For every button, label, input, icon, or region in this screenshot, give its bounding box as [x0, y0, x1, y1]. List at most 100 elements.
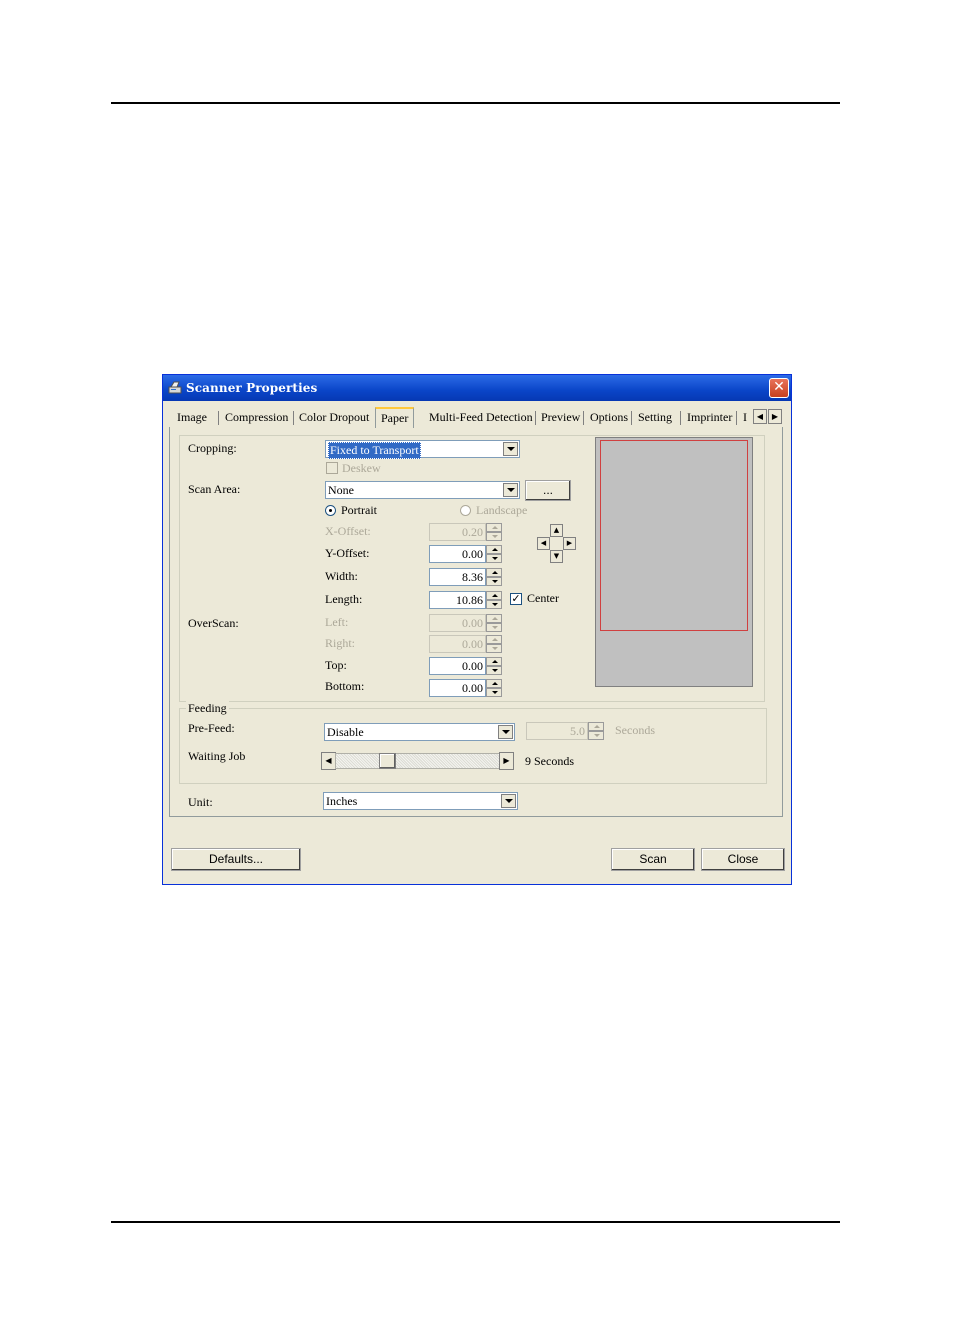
- spin-up-icon[interactable]: [588, 722, 604, 731]
- spin-down-icon[interactable]: [486, 532, 502, 541]
- spin-up-icon[interactable]: [486, 679, 502, 688]
- tab-scroll-right-icon[interactable]: ▶: [768, 409, 782, 424]
- scanner-icon: [168, 381, 182, 394]
- spin-down-icon[interactable]: [486, 600, 502, 609]
- x-offset-value[interactable]: 0.20: [429, 523, 486, 541]
- tab-setting[interactable]: Setting: [638, 409, 672, 426]
- close-button[interactable]: Close: [701, 848, 785, 871]
- tab-separator: [736, 411, 737, 425]
- tab-separator: [631, 411, 632, 425]
- length-label: Length:: [325, 592, 363, 606]
- overscan-left-spinner[interactable]: 0.00: [429, 614, 503, 632]
- spin-down-icon[interactable]: [486, 577, 502, 586]
- cropping-label: Cropping:: [188, 441, 237, 455]
- spin-up-icon[interactable]: [486, 657, 502, 666]
- overscan-top-spinner[interactable]: 0.00: [429, 657, 503, 675]
- chevron-down-icon[interactable]: [503, 442, 518, 456]
- tab-imprinter[interactable]: Imprinter: [687, 409, 732, 426]
- paper-preview[interactable]: [595, 437, 753, 687]
- portrait-radio[interactable]: [325, 505, 336, 516]
- title-bar[interactable]: Scanner Properties ✕: [163, 375, 791, 401]
- tab-separator: [218, 411, 219, 425]
- y-offset-spinner[interactable]: 0.00: [429, 545, 503, 563]
- spin-down-icon[interactable]: [486, 644, 502, 653]
- waiting-job-slider[interactable]: ◀ ▶: [321, 752, 514, 770]
- chevron-down-icon[interactable]: [498, 725, 513, 739]
- landscape-radio[interactable]: [460, 505, 471, 516]
- length-spinner[interactable]: 10.86: [429, 591, 503, 609]
- tab-strip: Image Compression Color Dropout Paper Mu…: [169, 407, 783, 428]
- scanner-properties-dialog: Scanner Properties ✕ Image Compression C…: [162, 374, 792, 885]
- nudge-down-icon[interactable]: ▼: [550, 550, 563, 563]
- chevron-down-icon[interactable]: [501, 794, 516, 808]
- prefeed-select[interactable]: Disable: [324, 723, 515, 741]
- tab-truncated[interactable]: I: [743, 409, 747, 426]
- spin-up-icon[interactable]: [486, 545, 502, 554]
- spin-down-icon[interactable]: [486, 623, 502, 632]
- y-offset-value[interactable]: 0.00: [429, 545, 486, 563]
- window-title: Scanner Properties: [186, 381, 318, 395]
- tab-image[interactable]: Image: [177, 409, 207, 426]
- scan-area-select[interactable]: None: [325, 481, 520, 499]
- width-spinner[interactable]: 8.36: [429, 568, 503, 586]
- y-offset-label: Y-Offset:: [325, 546, 370, 560]
- spin-up-icon[interactable]: [486, 523, 502, 532]
- tab-separator: [293, 411, 294, 425]
- spin-down-icon[interactable]: [486, 666, 502, 675]
- tab-multi-feed-detection[interactable]: Multi-Feed Detection: [429, 409, 533, 426]
- prefeed-seconds-value[interactable]: 5.0: [526, 722, 588, 740]
- waiting-job-label: Waiting Job: [188, 749, 246, 763]
- close-icon[interactable]: ✕: [769, 378, 789, 398]
- tab-options[interactable]: Options: [590, 409, 628, 426]
- center-checkbox[interactable]: ✓: [510, 593, 522, 605]
- overscan-bottom-label: Bottom:: [325, 679, 365, 693]
- prefeed-seconds-spinner[interactable]: 5.0: [526, 722, 608, 740]
- tab-scroll-left-icon[interactable]: ◀: [753, 409, 767, 424]
- overscan-right-spinner[interactable]: 0.00: [429, 635, 503, 653]
- chevron-down-icon[interactable]: [503, 483, 518, 497]
- slider-left-icon[interactable]: ◀: [321, 752, 336, 770]
- cropping-selected-value: Fixed to Transport: [328, 442, 421, 459]
- cropping-select[interactable]: Fixed to Transport: [325, 440, 520, 459]
- waiting-job-value: 9 Seconds: [525, 754, 574, 768]
- paper-tab-panel: Cropping: Fixed to Transport Deskew Scan…: [169, 427, 783, 817]
- slider-right-icon[interactable]: ▶: [499, 752, 514, 770]
- overscan-label: OverScan:: [188, 616, 239, 630]
- deskew-checkbox[interactable]: [326, 462, 338, 474]
- overscan-bottom-value[interactable]: 0.00: [429, 679, 486, 697]
- spin-down-icon[interactable]: [588, 731, 604, 740]
- width-label: Width:: [325, 569, 358, 583]
- tab-color-dropout[interactable]: Color Dropout: [299, 409, 369, 426]
- nudge-right-icon[interactable]: ▶: [563, 537, 576, 550]
- spin-up-icon[interactable]: [486, 635, 502, 644]
- spin-down-icon[interactable]: [486, 554, 502, 563]
- unit-selected-value: Inches: [326, 794, 358, 808]
- length-value[interactable]: 10.86: [429, 591, 486, 609]
- defaults-button[interactable]: Defaults...: [171, 848, 301, 871]
- unit-select[interactable]: Inches: [323, 792, 518, 810]
- scan-area-selected-value: None: [328, 483, 354, 497]
- nudge-left-icon[interactable]: ◀: [537, 537, 550, 550]
- slider-thumb[interactable]: [379, 753, 396, 769]
- overscan-top-value[interactable]: 0.00: [429, 657, 486, 675]
- overscan-bottom-spinner[interactable]: 0.00: [429, 679, 503, 697]
- overscan-right-value[interactable]: 0.00: [429, 635, 486, 653]
- width-value[interactable]: 8.36: [429, 568, 486, 586]
- landscape-label: Landscape: [476, 503, 528, 517]
- x-offset-spinner[interactable]: 0.20: [429, 523, 503, 541]
- prefeed-label: Pre-Feed:: [188, 721, 235, 735]
- scan-area-browse-button[interactable]: ...: [525, 480, 571, 501]
- deskew-label: Deskew: [342, 461, 381, 475]
- spin-up-icon[interactable]: [486, 614, 502, 623]
- spin-up-icon[interactable]: [486, 568, 502, 577]
- overscan-left-value[interactable]: 0.00: [429, 614, 486, 632]
- spin-down-icon[interactable]: [486, 688, 502, 697]
- nudge-up-icon[interactable]: ▲: [550, 524, 563, 537]
- spin-up-icon[interactable]: [486, 591, 502, 600]
- tab-compression[interactable]: Compression: [225, 409, 288, 426]
- tab-paper[interactable]: Paper: [375, 407, 415, 428]
- slider-track[interactable]: [335, 753, 500, 769]
- tab-preview[interactable]: Preview: [541, 409, 580, 426]
- overscan-right-label: Right:: [325, 636, 356, 650]
- scan-button[interactable]: Scan: [611, 848, 695, 871]
